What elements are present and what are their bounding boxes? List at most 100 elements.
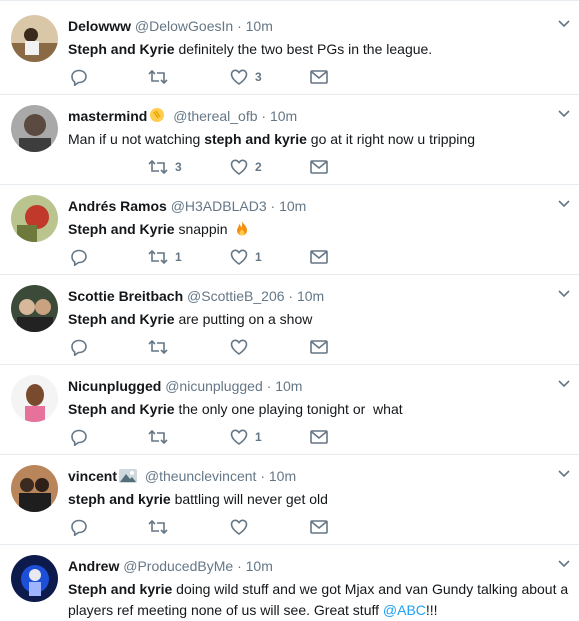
direct-message-button[interactable] (310, 247, 328, 267)
retweet-button[interactable] (148, 517, 175, 537)
avatar[interactable] (11, 375, 58, 422)
avatar[interactable] (11, 555, 58, 602)
reply-button[interactable] (70, 427, 88, 447)
body-text: !!! (425, 602, 438, 618)
body-text: battling will never get old (170, 491, 328, 507)
chevron-down-icon[interactable] (557, 199, 571, 209)
tweet-text: Man if u not watching steph and kyrie go… (68, 129, 573, 150)
username[interactable]: @ProducedByMe (123, 558, 233, 574)
timestamp[interactable]: 10m (246, 558, 273, 574)
username[interactable]: @theunclevincent (145, 468, 257, 484)
retweet-button[interactable]: 1 (148, 247, 182, 267)
highlight-text: Steph and Kyrie (68, 221, 175, 237)
chevron-down-icon[interactable] (557, 109, 571, 119)
retweet-button[interactable] (148, 67, 175, 87)
display-name[interactable]: Andrés Ramos (68, 198, 167, 214)
timestamp[interactable]: 10m (279, 198, 306, 214)
timestamp[interactable]: 10m (297, 288, 324, 304)
retweet-button[interactable] (148, 427, 175, 447)
tweet[interactable]: vincent @theunclevincent · 10m steph and… (0, 455, 579, 545)
display-name[interactable]: mastermind (68, 108, 147, 124)
retweet-icon (148, 249, 168, 265)
retweet-count: 1 (175, 250, 182, 264)
highlight-text: Steph and Kyrie (68, 311, 175, 327)
timestamp[interactable]: 10m (246, 18, 273, 34)
reply-icon (71, 429, 87, 446)
highlight-text: steph and kyrie (204, 131, 307, 147)
like-button[interactable]: 1 (230, 427, 262, 447)
retweet-icon (148, 519, 168, 535)
tweet-actions (68, 517, 338, 537)
chevron-down-icon[interactable] (557, 559, 571, 569)
direct-message-button[interactable] (310, 67, 328, 87)
tweet-header: mastermind @thereal_ofb · 10m (68, 107, 549, 125)
like-button[interactable] (230, 337, 255, 357)
avatar[interactable] (11, 105, 58, 152)
direct-message-button[interactable] (310, 427, 328, 447)
display-name[interactable]: Delowww (68, 18, 131, 34)
tweet-feed: Delowww @DelowGoesIn · 10m Steph and Kyr… (0, 0, 579, 620)
body-text: are putting on a show (174, 311, 313, 327)
direct-message-button[interactable] (310, 157, 328, 177)
tweet-header: Scottie Breitbach @ScottieB_206 · 10m (68, 287, 549, 305)
heart-icon (230, 69, 248, 85)
reply-button[interactable] (70, 517, 88, 537)
tweet-actions (68, 337, 338, 357)
retweet-button[interactable]: 3 (148, 157, 182, 177)
username[interactable]: @H3ADBLAD3 (171, 198, 267, 214)
chevron-down-icon[interactable] (557, 379, 571, 389)
tweet[interactable]: Nicunplugged @nicunplugged · 10m Steph a… (0, 365, 579, 455)
avatar[interactable] (11, 285, 58, 332)
reply-button[interactable] (70, 67, 88, 87)
avatar[interactable] (11, 465, 58, 512)
tweet[interactable]: mastermind @thereal_ofb · 10m Man if u n… (0, 95, 579, 185)
clap-emoji (150, 108, 165, 122)
display-name[interactable]: Andrew (68, 558, 119, 574)
username[interactable]: @thereal_ofb (173, 108, 257, 124)
tweet-text: Steph and Kyrie are putting on a show (68, 309, 573, 330)
like-button[interactable]: 1 (230, 247, 262, 267)
heart-icon (230, 159, 248, 175)
chevron-down-icon[interactable] (557, 469, 571, 479)
display-name[interactable]: vincent (68, 468, 117, 484)
like-button[interactable] (230, 517, 255, 537)
chevron-down-icon[interactable] (557, 289, 571, 299)
username[interactable]: @nicunplugged (165, 378, 263, 394)
reply-icon (71, 69, 87, 86)
envelope-icon (310, 250, 328, 264)
body-text: go at it right now u tripping (306, 131, 475, 147)
username[interactable]: @DelowGoesIn (135, 18, 233, 34)
tweet[interactable]: Andrés Ramos @H3ADBLAD3 · 10m Steph and … (0, 185, 579, 275)
like-button[interactable]: 3 (230, 67, 262, 87)
tweet-header: Nicunplugged @nicunplugged · 10m (68, 377, 549, 395)
timestamp[interactable]: 10m (269, 468, 296, 484)
direct-message-button[interactable] (310, 337, 328, 357)
tweet[interactable]: Scottie Breitbach @ScottieB_206 · 10m St… (0, 275, 579, 365)
display-name[interactable]: Scottie Breitbach (68, 288, 183, 304)
heart-icon (230, 429, 248, 445)
timestamp[interactable]: 10m (275, 378, 302, 394)
reply-button[interactable] (70, 247, 88, 267)
retweet-button[interactable] (148, 337, 175, 357)
tweet[interactable]: Andrew @ProducedByMe · 10m Steph and kyr… (0, 545, 579, 620)
timestamp[interactable]: 10m (270, 108, 297, 124)
direct-message-button[interactable] (310, 517, 328, 537)
reply-icon (71, 519, 87, 536)
username[interactable]: @ScottieB_206 (187, 288, 285, 304)
like-button[interactable]: 2 (230, 157, 262, 177)
reply-button[interactable] (70, 337, 88, 357)
display-name[interactable]: Nicunplugged (68, 378, 161, 394)
avatar[interactable] (11, 15, 58, 62)
highlight-text: Steph and Kyrie (68, 401, 175, 417)
reply-icon (71, 249, 87, 266)
fire-emoji (237, 221, 248, 236)
envelope-icon (310, 160, 328, 174)
mention-link[interactable]: @ABC (383, 602, 426, 618)
chevron-down-icon[interactable] (557, 19, 571, 29)
separator: · (260, 468, 265, 484)
separator: · (237, 558, 242, 574)
avatar[interactable] (11, 195, 58, 242)
retweet-icon (148, 429, 168, 445)
retweet-icon (148, 339, 168, 355)
tweet[interactable]: Delowww @DelowGoesIn · 10m Steph and Kyr… (0, 5, 579, 95)
